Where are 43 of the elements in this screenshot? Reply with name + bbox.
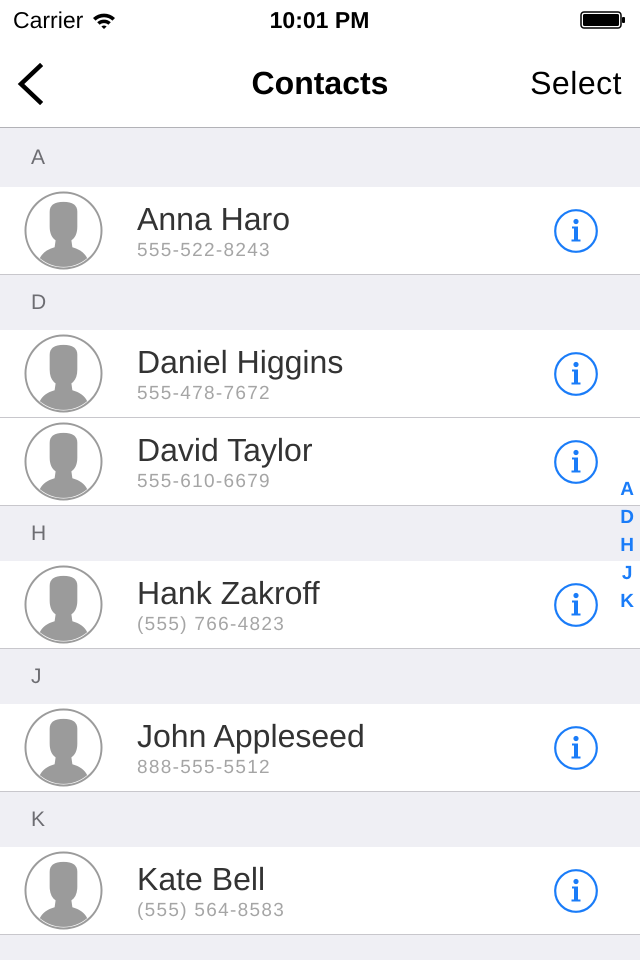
person-silhouette-icon xyxy=(24,334,103,413)
info-icon[interactable] xyxy=(554,352,598,396)
contact-phone: 555-478-7672 xyxy=(137,382,271,406)
section-letter: D xyxy=(31,290,46,314)
wifi-icon xyxy=(92,12,116,28)
section-letter: K xyxy=(31,808,46,832)
section-letter: A xyxy=(31,146,46,170)
contact-phone: 555-610-6679 xyxy=(137,470,271,494)
info-icon[interactable] xyxy=(554,868,598,912)
contact-phone: (555) 564-8583 xyxy=(137,899,286,923)
battery-icon xyxy=(580,11,626,29)
nav-title: Contacts xyxy=(252,65,388,102)
person-silhouette-icon xyxy=(24,851,103,930)
contact-phone: 555-522-8243 xyxy=(137,239,271,263)
select-button[interactable]: Select xyxy=(530,65,622,102)
status-time: 10:01 PM xyxy=(270,6,370,34)
contact-row[interactable]: Daniel Higgins 555-478-7672 xyxy=(0,330,640,418)
contact-name: Daniel Higgins xyxy=(137,343,344,381)
person-silhouette-icon xyxy=(24,191,103,270)
contact-row[interactable]: John Appleseed 888-555-5512 xyxy=(0,704,640,792)
contact-row[interactable]: Kate Bell (555) 564-8583 xyxy=(0,847,640,935)
section-index-letter[interactable]: K xyxy=(620,588,634,616)
section-index-letter[interactable]: A xyxy=(620,476,634,504)
carrier-name: Carrier xyxy=(13,6,84,34)
contact-phone: (555) 766-4823 xyxy=(137,613,286,637)
contact-name: Anna Haro xyxy=(137,200,290,238)
chevron-left-icon[interactable] xyxy=(17,62,43,104)
contact-phone: 888-555-5512 xyxy=(137,756,271,780)
contact-name: John Appleseed xyxy=(137,717,365,755)
contact-name: David Taylor xyxy=(137,431,312,469)
person-silhouette-icon xyxy=(24,565,103,644)
contact-name: Hank Zakroff xyxy=(137,574,320,612)
info-icon[interactable] xyxy=(554,208,598,252)
section-letter: J xyxy=(31,664,42,688)
section-index-letter[interactable]: J xyxy=(622,560,632,588)
info-icon[interactable] xyxy=(554,726,598,770)
contact-name: Kate Bell xyxy=(137,860,266,898)
section-letter: H xyxy=(31,522,46,546)
person-silhouette-icon xyxy=(24,708,103,787)
person-silhouette-icon xyxy=(24,422,103,501)
info-icon[interactable] xyxy=(554,582,598,626)
contact-row[interactable]: Anna Haro 555-522-8243 xyxy=(0,187,640,275)
info-icon[interactable] xyxy=(554,440,598,484)
